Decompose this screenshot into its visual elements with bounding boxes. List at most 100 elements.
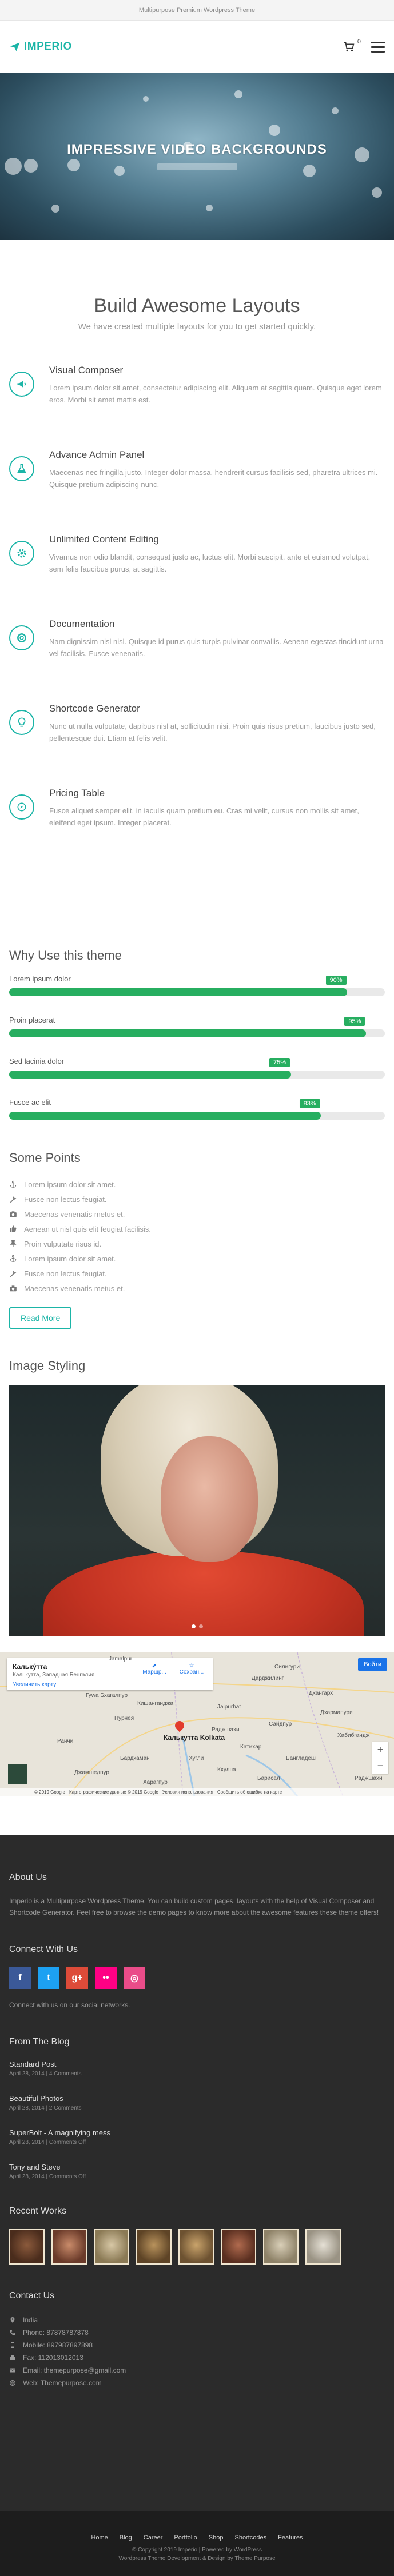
hero-video: IMPRESSIVE VIDEO BACKGROUNDS — [0, 73, 394, 240]
envelope-icon — [9, 2368, 16, 2373]
blog-post: Beautiful Photos April 28, 2014 | 2 Comme… — [9, 2094, 385, 2111]
skill-list: Lorem ipsum dolor 90% Proin placerat 95% Sed… — [9, 975, 385, 1120]
hero-title: IMPRESSIVE VIDEO BACKGROUNDS — [67, 142, 327, 157]
skill-percent-badge: 90% — [325, 976, 347, 985]
works-gallery — [9, 2229, 385, 2265]
work-thumbnail[interactable] — [51, 2229, 87, 2265]
feature-text: Nunc ut nulla vulputate, dapibus nisl at… — [49, 722, 376, 742]
footer-nav-portfolio[interactable]: Portfolio — [174, 2534, 197, 2541]
zoom-out-button[interactable]: − — [372, 1758, 388, 1774]
point-text: Aenean ut nisl quis elit feugiat facilis… — [24, 1224, 151, 1233]
paper-plane-icon — [10, 42, 20, 51]
list-item: Lorem ipsum dolor sit amet. — [9, 1177, 385, 1192]
bottom-bar: Home Blog Career Portfolio Shop Shortcod… — [0, 2511, 394, 2576]
footer-nav-shortcodes[interactable]: Shortcodes — [234, 2534, 266, 2541]
skill-bar: Fusce ac elit 83% — [9, 1098, 385, 1120]
map-signin-button[interactable]: Войти — [358, 1658, 387, 1671]
camera-icon — [10, 1285, 17, 1292]
connect-block: Connect With Us f t g+ •• ◎ Connect with… — [9, 1944, 385, 2011]
post-meta: April 28, 2014 | 2 Comments — [9, 2105, 82, 2111]
why-section: Why Use this theme Lorem ipsum dolor 90% P… — [0, 893, 394, 1120]
map-save-button[interactable]: ☆ Сохран... — [176, 1663, 208, 1675]
work-thumbnail[interactable] — [136, 2229, 172, 2265]
map-label: Харагпур — [143, 1779, 168, 1786]
work-thumbnail[interactable] — [221, 2229, 256, 2265]
zoom-in-button[interactable]: + — [372, 1742, 388, 1758]
feature-item: Documentation Nam dignissim nisl nisl. Qu… — [9, 618, 385, 703]
work-thumbnail[interactable] — [178, 2229, 214, 2265]
street-view-icon[interactable] — [8, 1764, 27, 1784]
about-text: Imperio is a Multipurpose Wordpress Them… — [9, 1897, 379, 1916]
work-thumbnail[interactable] — [305, 2229, 341, 2265]
connect-title: Connect With Us — [9, 1944, 78, 1954]
skill-fill — [9, 1112, 321, 1120]
post-title-link[interactable]: Tony and Steve — [9, 2163, 61, 2171]
phone-icon — [10, 2330, 15, 2335]
post-title-link[interactable]: SuperBolt - A magnifying mess — [9, 2128, 110, 2137]
skill-percent-badge: 75% — [269, 1058, 290, 1067]
map-route-button[interactable]: ⬈ Маршр... — [138, 1663, 170, 1675]
route-icon: ⬈ — [152, 1663, 157, 1669]
google-plus-icon[interactable]: g+ — [66, 1967, 88, 1989]
dribbble-icon[interactable]: ◎ — [124, 1967, 145, 1989]
contact-text: Fax: 112013012013 — [23, 2354, 83, 2362]
map-label: Раджшахи — [355, 1775, 383, 1782]
slider-dots[interactable] — [191, 1624, 203, 1628]
skill-fill — [9, 1029, 367, 1037]
skill-bar: Lorem ipsum dolor 90% — [9, 975, 385, 996]
map-enlarge-link[interactable]: Увеличить карту — [13, 1682, 207, 1688]
topbar: Multipurpose Premium Wordpress Theme — [0, 0, 394, 21]
logo[interactable]: IMPERIO — [9, 41, 72, 53]
facebook-icon[interactable]: f — [9, 1967, 31, 1989]
works-block: Recent Works — [9, 2206, 385, 2265]
read-more-button[interactable]: Read More — [9, 1307, 72, 1329]
lightbulb-icon — [9, 710, 34, 735]
list-item: Fusce non lectus feugiat. — [9, 1192, 385, 1207]
copyright: © Copyright 2019 Imperio | Powered by Wo… — [132, 2547, 262, 2553]
map-label: Хабибгандж — [337, 1732, 370, 1739]
post-title-link[interactable]: Beautiful Photos — [9, 2094, 63, 2103]
work-thumbnail[interactable] — [9, 2229, 45, 2265]
lifebuoy-icon — [9, 625, 34, 650]
list-item: Aenean ut nisl quis elit feugiat facilis… — [9, 1221, 385, 1236]
footer-nav-blog[interactable]: Blog — [120, 2534, 132, 2541]
skill-bar: Proin placerat 95% — [9, 1016, 385, 1037]
contact-item: Fax: 112013012013 — [9, 2351, 385, 2364]
footer-nav-features[interactable]: Features — [278, 2534, 303, 2541]
flickr-icon[interactable]: •• — [95, 1967, 117, 1989]
contact-item: India — [9, 2314, 385, 2326]
contact-item: Mobile: 897987897898 — [9, 2339, 385, 2351]
flask-icon — [9, 456, 34, 481]
layouts-subtitle: We have created multiple layouts for you… — [78, 322, 316, 332]
map-label: Раджшахи — [212, 1727, 240, 1733]
footer-nav-home[interactable]: Home — [91, 2534, 108, 2541]
point-text: Maecenas venenatis metus et. — [24, 1284, 125, 1293]
about-title: About Us — [9, 1872, 47, 1882]
map-zoom-control[interactable]: + − — [372, 1742, 388, 1774]
footer-nav-shop[interactable]: Shop — [209, 2534, 224, 2541]
cart-button[interactable]: 0 — [343, 38, 361, 53]
post-meta: April 28, 2014 | Comments Off — [9, 2174, 86, 2180]
feature-text: Vivamus non odio blandit, consequat just… — [49, 553, 371, 573]
feature-text: Lorem ipsum dolor sit amet, consectetur … — [49, 384, 382, 404]
feature-text: Maecenas nec fringilla justo. Integer do… — [49, 468, 378, 489]
about-block: About Us Imperio is a Multipurpose Wordp… — [9, 1872, 385, 1918]
blog-post: Standard Post April 28, 2014 | 4 Comments — [9, 2060, 385, 2077]
contact-item: Email: themepurpose@gmail.com — [9, 2364, 385, 2377]
post-title-link[interactable]: Standard Post — [9, 2060, 56, 2068]
work-thumbnail[interactable] — [263, 2229, 299, 2265]
image-styling-section: Image Styling — [0, 1329, 394, 1636]
skill-track: 95% — [9, 1017, 385, 1037]
twitter-icon[interactable]: t — [38, 1967, 59, 1989]
connect-text: Connect with us on our social networks. — [9, 2001, 130, 2009]
map-label: Барисал — [257, 1775, 280, 1782]
map-label: Сайдпур — [269, 1721, 292, 1727]
map-label: Гуwa Бхагалпур — [86, 1692, 128, 1699]
menu-icon[interactable] — [371, 41, 385, 53]
point-text: Lorem ipsum dolor sit amet. — [24, 1254, 116, 1263]
work-thumbnail[interactable] — [94, 2229, 129, 2265]
footer-nav-career[interactable]: Career — [144, 2534, 163, 2541]
google-map[interactable]: Кальку́тта Калькутта, Западная Бенгалия … — [0, 1652, 394, 1796]
footer-nav: Home Blog Career Portfolio Shop Shortcod… — [0, 2534, 394, 2541]
post-meta: April 28, 2014 | 4 Comments — [9, 2071, 82, 2077]
